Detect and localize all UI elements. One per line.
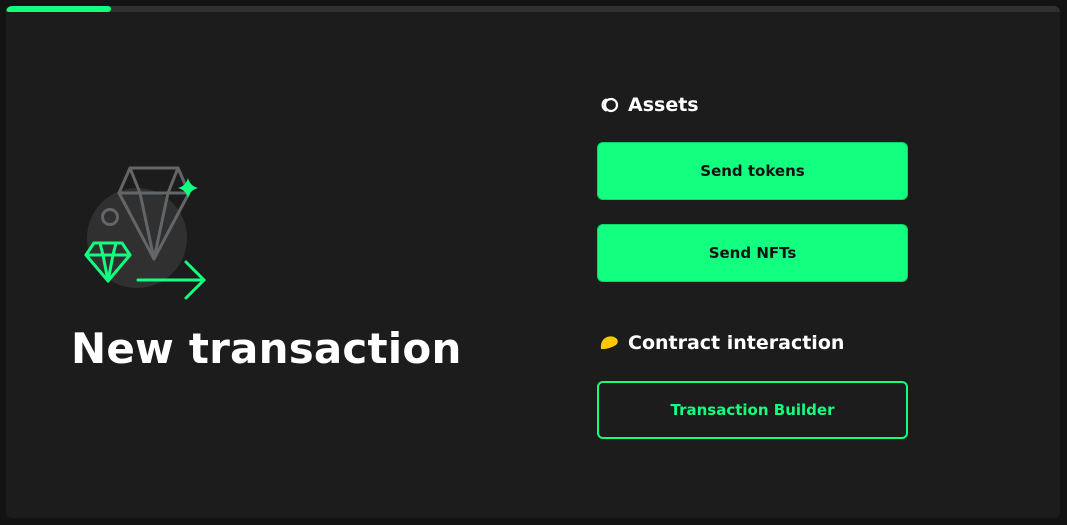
progress-bar-fill [6,6,112,12]
contract-interaction-label: Contract interaction [628,332,845,354]
transaction-builder-button[interactable]: Transaction Builder [597,381,908,439]
page-title: New transaction [71,324,462,373]
new-transaction-modal: New transaction Assets Send tokens Send … [6,6,1060,518]
assets-icon [598,94,620,116]
send-tokens-button[interactable]: Send tokens [597,142,908,200]
contract-icon [598,332,620,354]
contract-interaction-heading: Contract interaction [598,332,844,354]
send-nfts-button[interactable]: Send NFTs [597,224,908,282]
assets-heading-label: Assets [628,94,699,116]
assets-heading: Assets [598,94,699,116]
progress-bar [6,6,1060,12]
diamond-transfer-icon [78,166,218,306]
